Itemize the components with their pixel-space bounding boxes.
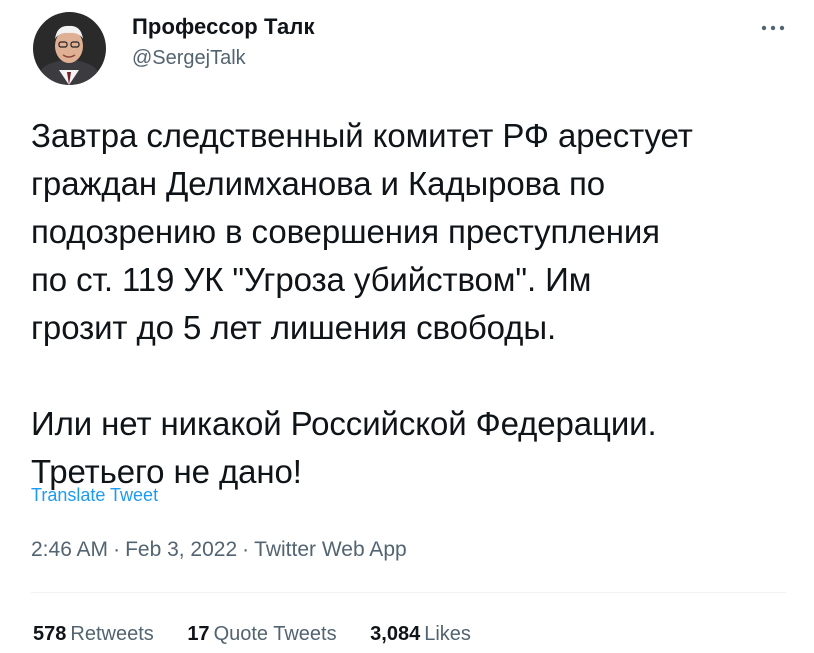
retweets-stat[interactable]: 578 Retweets	[33, 623, 154, 646]
meta-separator: ·	[242, 538, 250, 561]
divider	[31, 592, 786, 593]
tweet-text: Завтра следственный комитет РФ арестует …	[31, 117, 693, 490]
tweet-time[interactable]: 2:46 AM	[31, 538, 108, 561]
retweets-label: Retweets	[70, 623, 154, 645]
tweet-date[interactable]: Feb 3, 2022	[125, 538, 237, 561]
quote-tweets-stat[interactable]: 17 Quote Tweets	[187, 623, 336, 646]
likes-label: Likes	[424, 623, 471, 645]
quote-tweets-label: Quote Tweets	[213, 623, 337, 645]
likes-count: 3,084	[370, 623, 421, 645]
engagement-stats: 578 Retweets 17 Quote Tweets 3,084 Likes	[33, 623, 499, 646]
more-options-icon[interactable]	[759, 18, 787, 38]
translate-tweet-link[interactable]: Translate Tweet	[31, 485, 158, 506]
tweet-metadata: 2:46 AM · Feb 3, 2022 · Twitter Web App	[31, 538, 407, 562]
meta-separator: ·	[113, 538, 121, 561]
author-handle[interactable]: @SergejTalk	[132, 47, 246, 70]
tweet-source[interactable]: Twitter Web App	[254, 538, 407, 561]
avatar[interactable]	[33, 12, 106, 85]
avatar-portrait-icon	[33, 12, 106, 85]
tweet-card: Профессор Талк @SergejTalk Завтра следст…	[0, 0, 814, 653]
likes-stat[interactable]: 3,084 Likes	[370, 623, 471, 646]
quote-tweets-count: 17	[187, 623, 210, 645]
author-display-name[interactable]: Профессор Талк	[132, 14, 315, 40]
retweets-count: 578	[33, 623, 67, 645]
